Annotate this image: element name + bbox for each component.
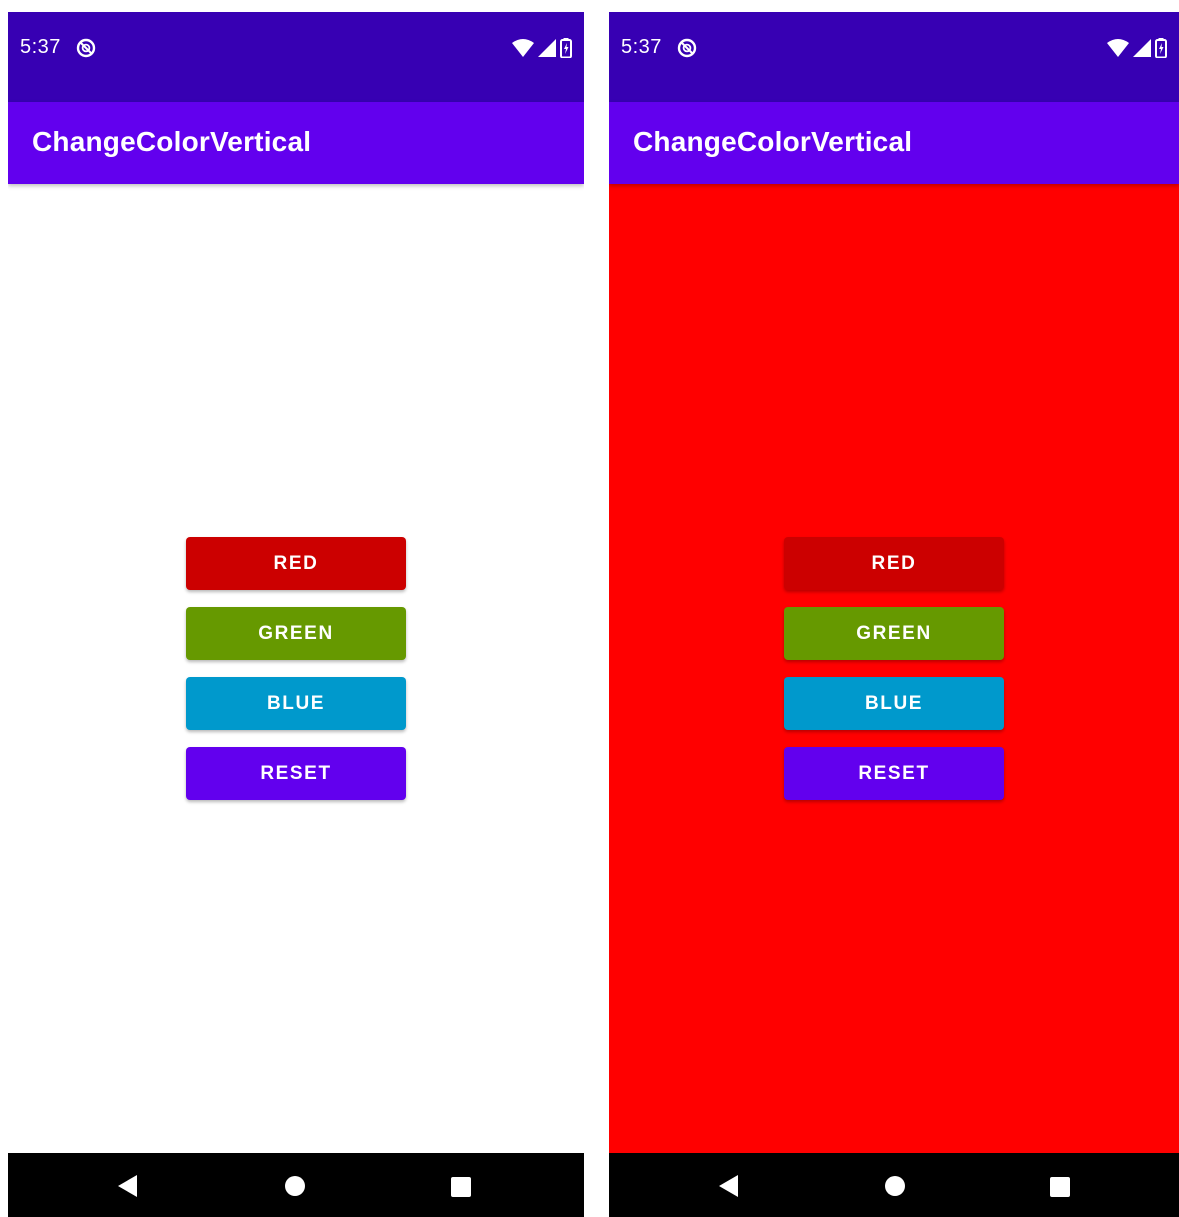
status-icons: [512, 38, 572, 58]
battery-charging-icon: [1155, 38, 1167, 58]
blue-button[interactable]: BLUE: [186, 677, 406, 730]
blue-button[interactable]: BLUE: [784, 677, 1004, 730]
phone-screen-default: 5:37 ChangeColorVertical RED GREEN BLUE …: [8, 12, 584, 1217]
app-title: ChangeColorVertical: [32, 126, 312, 157]
recents-icon[interactable]: [451, 1177, 471, 1197]
navigation-bar: [609, 1153, 1179, 1217]
red-button-label: RED: [871, 552, 917, 574]
do-not-disturb-icon: [677, 38, 697, 58]
home-icon[interactable]: [285, 1176, 305, 1196]
back-icon[interactable]: [719, 1175, 738, 1197]
status-time: 5:37: [20, 36, 61, 58]
wifi-icon: [1107, 39, 1129, 57]
app-bar: ChangeColorVertical: [8, 102, 584, 184]
reset-button-label: RESET: [260, 762, 332, 784]
reset-button[interactable]: RESET: [186, 747, 406, 800]
green-button-label: GREEN: [258, 622, 334, 644]
status-bar: 5:37: [609, 12, 1179, 102]
reset-button-label: RESET: [858, 762, 930, 784]
wifi-icon: [512, 39, 534, 57]
cell-signal-icon: [538, 39, 556, 57]
blue-button-label: BLUE: [266, 692, 326, 714]
back-icon[interactable]: [118, 1175, 137, 1197]
button-column: RED GREEN BLUE RESET: [784, 537, 1004, 817]
status-time: 5:37: [621, 36, 662, 58]
cell-signal-icon: [1133, 39, 1151, 57]
button-column: RED GREEN BLUE RESET: [186, 537, 406, 817]
app-title: ChangeColorVertical: [633, 126, 913, 157]
recents-icon[interactable]: [1050, 1177, 1070, 1197]
app-bar: ChangeColorVertical: [609, 102, 1179, 184]
content-area: RED GREEN BLUE RESET: [609, 184, 1179, 1153]
red-button[interactable]: RED: [784, 537, 1004, 590]
reset-button[interactable]: RESET: [784, 747, 1004, 800]
red-button[interactable]: RED: [186, 537, 406, 590]
content-area: RED GREEN BLUE RESET: [8, 184, 584, 1153]
status-icons: [1107, 38, 1167, 58]
green-button[interactable]: GREEN: [186, 607, 406, 660]
blue-button-label: BLUE: [864, 692, 924, 714]
status-bar: 5:37: [8, 12, 584, 102]
navigation-bar: [8, 1153, 584, 1217]
phone-screen-red: 5:37 ChangeColorVertical RED GREEN BLUE …: [609, 12, 1179, 1217]
green-button-label: GREEN: [856, 622, 932, 644]
green-button[interactable]: GREEN: [784, 607, 1004, 660]
screenshot-pair: 5:37 ChangeColorVertical RED GREEN BLUE …: [0, 0, 1179, 1217]
home-icon[interactable]: [885, 1176, 905, 1196]
red-button-label: RED: [273, 552, 319, 574]
do-not-disturb-icon: [76, 38, 96, 58]
battery-charging-icon: [560, 38, 572, 58]
